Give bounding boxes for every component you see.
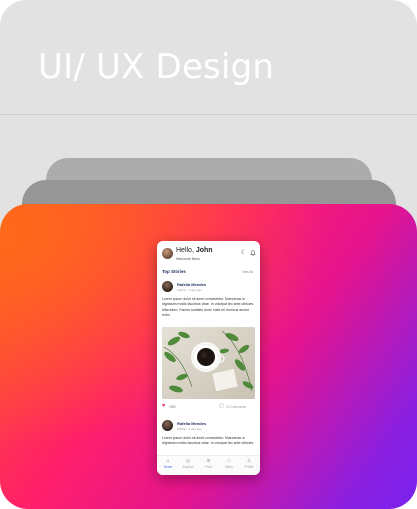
tab-label: Mess — [225, 465, 233, 469]
greeting: Hello, John — [176, 247, 213, 254]
post-text: Lorem ipsum dolor sit amet consectetur. … — [162, 297, 254, 318]
post-text: Lorem ipsum dolor sit amet consectetur. … — [162, 436, 254, 446]
explore-icon: ◎ — [185, 458, 191, 464]
phone-mockup: Hello, John Welcome Back ☾ Top Stories V… — [157, 241, 260, 475]
tab-post[interactable]: ⊕ Post — [199, 458, 219, 470]
tab-explore[interactable]: ◎ Explore — [178, 458, 198, 470]
comments-count[interactable]: 12 Comments — [226, 405, 246, 409]
author-avatar[interactable] — [162, 420, 173, 431]
message-icon: ▭ — [226, 458, 232, 464]
tab-label: Profile — [244, 465, 254, 469]
post-actions: ♥ 265K ▢ 12 Comments — [162, 403, 255, 411]
author-avatar[interactable] — [162, 281, 173, 292]
profile-icon: ♙ — [246, 458, 252, 464]
tab-home[interactable]: ⌂ Home — [158, 458, 178, 470]
welcome-text: Welcome Back — [176, 256, 200, 261]
app-header: Hello, John Welcome Back ☾ — [157, 241, 260, 267]
heart-icon[interactable]: ♥ — [162, 403, 165, 409]
post-icon: ⊕ — [206, 458, 211, 464]
author-name[interactable]: Rafella Mendes — [177, 421, 206, 426]
user-name: John — [195, 247, 213, 254]
tab-label: Post — [205, 465, 212, 469]
post-image[interactable] — [162, 327, 255, 399]
bell-icon[interactable] — [250, 250, 256, 258]
avatar[interactable] — [162, 248, 173, 259]
tab-label: Explore — [182, 465, 194, 469]
post-meta: 1667D · 1 day ago — [177, 427, 202, 431]
moon-icon[interactable]: ☾ — [241, 250, 246, 256]
section-title: Top Stories — [162, 269, 186, 274]
post-meta: 1667D · 1 day ago — [177, 288, 202, 292]
coffee-leaves-photo — [162, 327, 255, 399]
tab-label: Home — [163, 465, 173, 469]
bottom-tab-bar: ⌂ Home ◎ Explore ⊕ Post ▭ Mess ♙ Profile — [157, 455, 260, 475]
author-name[interactable]: Rafella Mendes — [177, 282, 206, 287]
tab-profile[interactable]: ♙ Profile — [239, 458, 259, 470]
tab-mess[interactable]: ▭ Mess — [219, 458, 239, 470]
view-all-link[interactable]: View All — [242, 270, 253, 274]
banner-title: UI/ UX Design — [38, 47, 275, 87]
home-icon: ⌂ — [166, 458, 170, 464]
likes-count: 265K — [169, 404, 177, 409]
divider — [0, 114, 417, 115]
comment-icon[interactable]: ▢ — [219, 403, 224, 409]
